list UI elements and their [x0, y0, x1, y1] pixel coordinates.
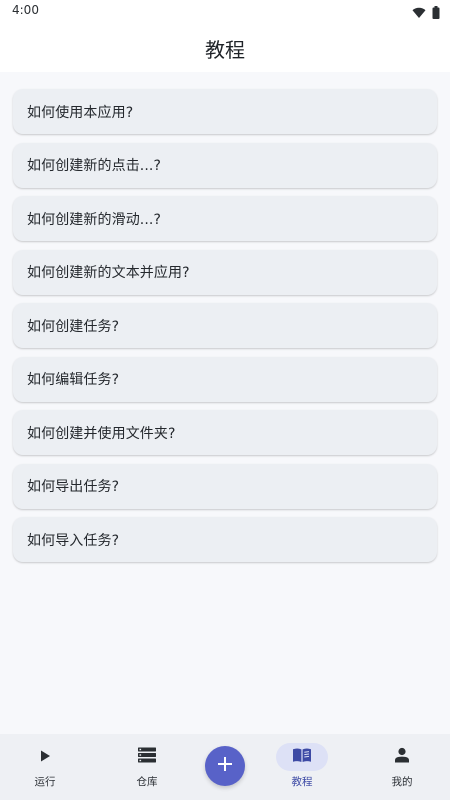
tutorial-list: 如何使用本应用? 如何创建新的点击...? 如何创建新的滑动...? 如何创建新…: [13, 89, 437, 571]
add-button[interactable]: [205, 746, 245, 786]
plus-icon: [217, 756, 233, 776]
tutorial-item[interactable]: 如何创建新的文本并应用?: [13, 249, 437, 295]
nav-label-repository: 仓库: [136, 776, 158, 788]
storage-icon: [138, 747, 156, 767]
person-icon: [394, 747, 410, 767]
nav-item-run[interactable]: 运行: [0, 734, 90, 800]
nav-label-tutorial: 教程: [291, 776, 313, 788]
nav-icon-tutorial: [276, 743, 328, 771]
nav-icon-run: [19, 743, 71, 771]
status-bar: 4:00: [0, 0, 450, 22]
tutorial-label: 如何导出任务?: [27, 479, 120, 495]
tutorial-label: 如何创建并使用文件夹?: [27, 425, 176, 442]
book-icon: [292, 747, 312, 767]
status-time: 4:00: [12, 3, 39, 17]
tutorial-label: 如何创建任务?: [27, 318, 120, 335]
tutorial-item[interactable]: 如何编辑任务?: [13, 356, 437, 402]
nav-item-mine[interactable]: 我的: [357, 734, 447, 800]
tutorial-label: 如何创建新的文本并应用?: [27, 265, 190, 281]
nav-item-repository[interactable]: 仓库: [102, 734, 192, 800]
app-header: 教程: [0, 22, 450, 72]
tutorial-label: 如何编辑任务?: [27, 372, 120, 388]
battery-icon: [432, 4, 440, 23]
tutorial-label: 如何创建新的点击...?: [27, 158, 161, 174]
tutorial-content: 如何使用本应用? 如何创建新的点击...? 如何创建新的滑动...? 如何创建新…: [0, 72, 450, 734]
nav-item-tutorial[interactable]: 教程: [257, 734, 347, 800]
tutorial-item[interactable]: 如何导出任务?: [13, 463, 437, 509]
nav-label-run: 运行: [34, 776, 56, 788]
tutorial-item[interactable]: 如何使用本应用?: [13, 89, 437, 134]
tutorial-label: 如何导入任务?: [27, 532, 120, 549]
page-title: 教程: [205, 38, 245, 62]
tutorial-item[interactable]: 如何导入任务?: [13, 517, 437, 562]
tutorial-item[interactable]: 如何创建并使用文件夹?: [13, 410, 437, 455]
status-icons: [412, 4, 440, 23]
nav-icon-mine: [376, 743, 428, 771]
tutorial-item[interactable]: 如何创建新的滑动...?: [13, 196, 437, 241]
wifi-icon: [412, 4, 426, 23]
tutorial-label: 如何使用本应用?: [27, 104, 134, 121]
tutorial-item[interactable]: 如何创建新的点击...?: [13, 142, 437, 188]
bottom-nav: 运行 仓库 教程 我的: [0, 734, 450, 800]
nav-label-mine: 我的: [391, 776, 413, 788]
nav-icon-repository: [121, 743, 173, 771]
play-icon: [38, 748, 52, 767]
tutorial-label: 如何创建新的滑动...?: [27, 211, 161, 228]
tutorial-item[interactable]: 如何创建任务?: [13, 303, 437, 348]
